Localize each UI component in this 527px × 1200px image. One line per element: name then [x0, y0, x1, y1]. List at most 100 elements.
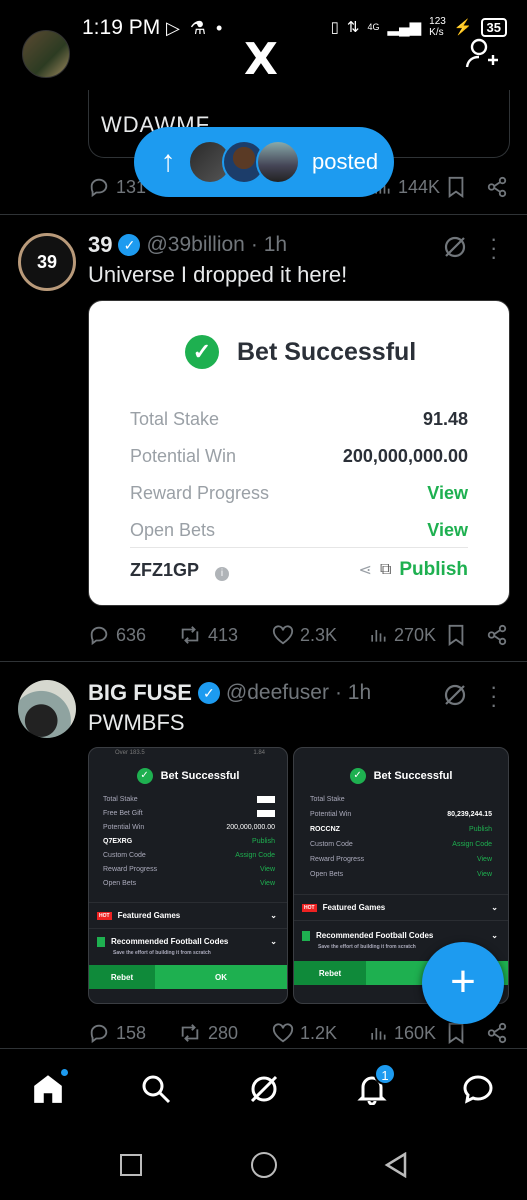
shot-row: Potential Win 80,239,244.15	[310, 807, 492, 822]
reply-button[interactable]: 636	[88, 624, 146, 646]
bookmark-button[interactable]	[446, 1022, 466, 1044]
reply-count: 636	[116, 624, 147, 645]
bet-card-image[interactable]: ✓ Bet Successful Total Stake 91.48 Potent…	[88, 300, 510, 606]
shot-row-value: View	[259, 879, 275, 887]
compose-button[interactable]: +	[422, 942, 504, 1024]
grok-icon[interactable]	[442, 682, 468, 713]
shot-row-value: View	[259, 865, 275, 873]
views-count: 160K	[394, 1022, 437, 1043]
like-button[interactable]: 2.3K	[272, 624, 337, 646]
arrow-up-icon: ↑	[160, 145, 176, 178]
bet-row-value: View	[427, 520, 468, 540]
grok-tab[interactable]	[244, 1069, 284, 1109]
like-count: 1.2K	[300, 1022, 338, 1043]
new-posts-pill[interactable]: ↑ posted	[134, 127, 394, 197]
search-tab[interactable]	[136, 1069, 176, 1109]
shot-row-label: Reward Progress	[103, 865, 158, 873]
share-button[interactable]	[486, 624, 508, 646]
repost-count: 280	[208, 1022, 239, 1043]
shot-title: Bet Successful	[160, 770, 240, 782]
like-button[interactable]: 1.2K	[272, 1022, 337, 1044]
home-tab[interactable]	[28, 1067, 70, 1109]
messages-tab[interactable]	[458, 1069, 498, 1109]
shot-row-label: Custom Code	[310, 841, 353, 848]
verified-icon: ✓	[197, 682, 220, 704]
shot-row: Open Bets View	[310, 867, 492, 882]
vibrate-icon: ▯	[330, 19, 339, 36]
bet-row: Open Bets View	[130, 512, 468, 549]
recent-apps-icon[interactable]	[120, 1154, 142, 1176]
recommended-label: Recommended Football Codes	[111, 937, 229, 946]
signal-icon: ▂▄▆	[387, 19, 422, 36]
shot-row-value: Publish	[469, 826, 492, 833]
reply-button[interactable]: 131	[88, 176, 146, 198]
system-nav-bar	[0, 1132, 527, 1200]
bet-row-label: Total Stake	[130, 409, 220, 429]
home-circle-icon[interactable]	[251, 1152, 277, 1178]
tweet-header: BIG FUSE ✓ @deefuser · 1h	[88, 680, 371, 706]
shot-code: ROCCNZ	[310, 826, 340, 833]
grok-icon[interactable]	[442, 234, 468, 265]
search-icon	[142, 1075, 171, 1104]
hot-badge: HOT	[97, 911, 112, 920]
ok-button: OK	[155, 965, 287, 989]
bet-screenshot-image[interactable]: Over 183.5 1.84 ✓ Bet Successful Total St…	[88, 747, 288, 1004]
bookmark-button[interactable]	[446, 176, 466, 198]
views-button[interactable]: 160K	[368, 1023, 436, 1044]
check-circle-icon: ✓	[349, 768, 366, 784]
status-right-icons: ▯ ⇅ 4G ▂▄▆ 123 K/s ⚡ 35	[331, 16, 507, 38]
notifications-tab[interactable]: 1	[352, 1063, 396, 1109]
repost-button[interactable]: 280	[178, 1022, 238, 1044]
shot-title: Bet Successful	[373, 770, 453, 782]
reply-button[interactable]: 158	[88, 1022, 146, 1044]
more-options-icon[interactable]: · · ·	[490, 228, 497, 268]
tweet-text: PWMBFS	[88, 710, 185, 735]
bet-row-value: View	[427, 483, 468, 503]
shot-row: Potential Win 200,000,000.00	[103, 820, 275, 834]
tweet-avatar[interactable]	[18, 680, 76, 738]
share-button[interactable]	[486, 176, 508, 198]
info-icon: i	[215, 566, 230, 581]
bet-row-label: Open Bets	[130, 520, 216, 540]
tweet-actions: 636 413 2.3K 270K	[88, 620, 508, 650]
bet-code: ZFZ1GP	[130, 559, 200, 580]
verified-icon: ✓	[118, 234, 141, 256]
shot-row: Open Bets View	[103, 876, 275, 890]
check-circle-icon: ✓	[185, 335, 219, 369]
bet-row-label: Reward Progress	[130, 483, 270, 503]
share-button[interactable]	[486, 1022, 508, 1044]
more-options-icon[interactable]: · · ·	[490, 676, 497, 716]
new-posts-label: posted	[312, 149, 379, 174]
author-name[interactable]: BIG FUSE	[88, 680, 192, 706]
featured-label: Featured Games	[117, 911, 181, 920]
shot-header: ✓ Bet Successful	[89, 768, 287, 784]
chevron-down-icon: ⌄	[491, 903, 498, 912]
author-handle[interactable]: @39billion	[146, 233, 244, 257]
media-icon: ▷	[166, 18, 180, 38]
author-name[interactable]: 39	[88, 232, 112, 258]
add-user-icon[interactable]	[464, 36, 500, 77]
bet-row-label: Potential Win	[130, 446, 237, 466]
net-speed-value: 123	[429, 16, 446, 27]
recommended-section: Recommended Football Codes Save the effo…	[89, 928, 287, 964]
shot-rows: Total Stake Free Bet Gift Potential Win 2…	[103, 792, 275, 890]
bookmark-button[interactable]	[446, 624, 466, 646]
bottom-nav: 1	[0, 1048, 527, 1132]
back-triangle-icon[interactable]	[384, 1151, 408, 1183]
shot-row: Total Stake	[103, 792, 275, 806]
shot-row: Total Stake	[310, 792, 492, 807]
tweet-divider	[0, 661, 527, 662]
chevron-down-icon: ⌄	[491, 931, 498, 940]
shot-row-value: Assign Code	[235, 851, 275, 859]
notifications-badge: 1	[374, 1063, 396, 1085]
views-button[interactable]: 270K	[368, 625, 436, 646]
bet-row: Reward Progress View	[130, 475, 468, 512]
repost-button[interactable]: 413	[178, 624, 238, 646]
net-speed: 123 K/s	[429, 16, 446, 38]
author-handle[interactable]: @deefuser	[226, 681, 329, 705]
faint-odds: 1.84	[253, 750, 265, 756]
repost-count: 413	[208, 624, 239, 645]
tweet-divider	[0, 214, 527, 215]
tweet-avatar[interactable]: 39	[18, 233, 76, 291]
my-avatar[interactable]	[22, 30, 70, 78]
